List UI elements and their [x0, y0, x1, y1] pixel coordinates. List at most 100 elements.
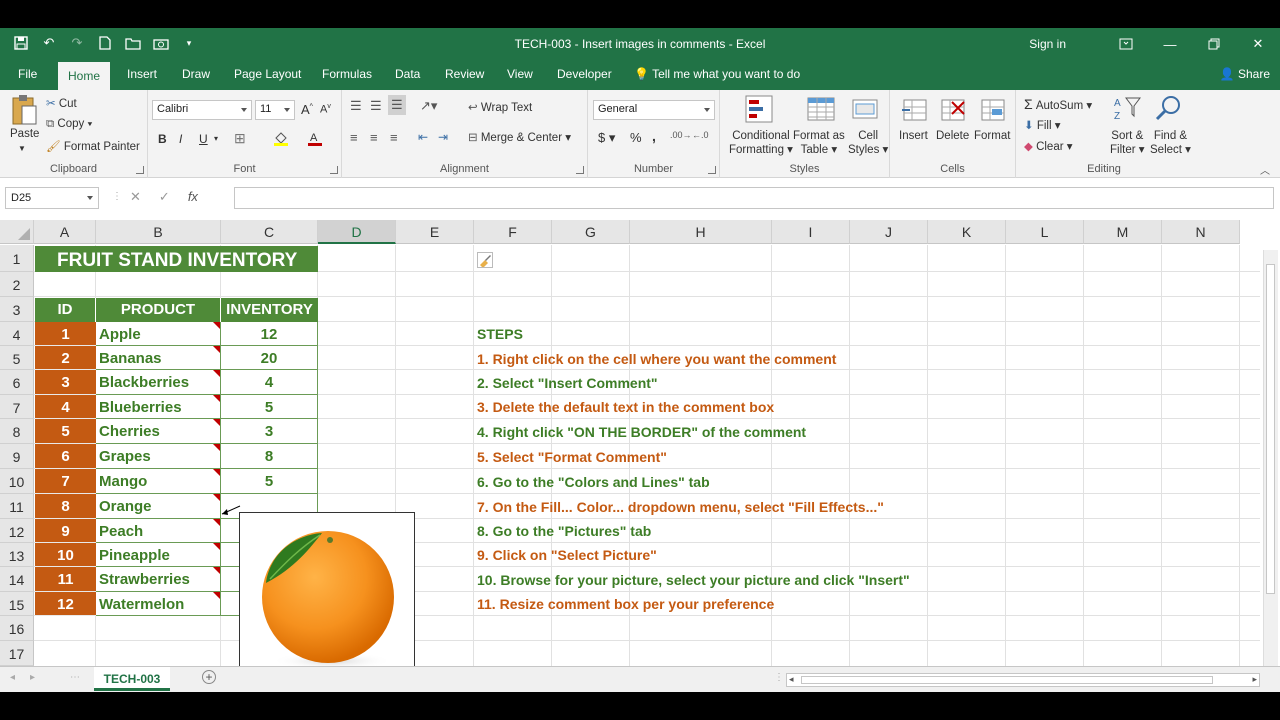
paste-icon[interactable] [10, 94, 40, 125]
copy-button[interactable]: ⧉ Copy ▾ [46, 118, 92, 131]
font-size-select[interactable]: 11 [255, 100, 295, 120]
table-cell-product[interactable]: Blackberries [96, 370, 221, 395]
tab-data[interactable]: Data [395, 67, 420, 81]
row-header[interactable]: 2 [0, 272, 34, 297]
number-launcher-icon[interactable] [708, 166, 716, 174]
tell-me-search[interactable]: 💡 Tell me what you want to do [634, 67, 800, 81]
align-left-icon[interactable]: ≡ [350, 130, 358, 145]
add-sheet-icon[interactable]: + [202, 670, 216, 684]
format-as-table-icon[interactable] [806, 94, 836, 124]
comment-indicator-icon[interactable] [213, 469, 220, 476]
cell-styles-label[interactable]: Cell Styles ▾ [848, 130, 888, 156]
share-button[interactable]: 👤 Share [1220, 67, 1270, 81]
font-launcher-icon[interactable] [330, 166, 338, 174]
table-cell-inventory[interactable]: 5 [221, 395, 318, 419]
autosum-button[interactable]: Σ AutoSum ▾ [1024, 96, 1092, 112]
steps-heading[interactable]: STEPS [477, 326, 523, 342]
ribbon-display-options-icon[interactable] [1104, 28, 1148, 60]
column-header[interactable]: E [396, 220, 474, 244]
comment-indicator-icon[interactable] [213, 395, 220, 402]
underline-dropdown-icon[interactable]: ▾ [214, 134, 218, 143]
row-header[interactable]: 7 [0, 395, 34, 419]
confirm-entry-icon[interactable]: ✓ [159, 189, 170, 205]
table-cell-product[interactable]: Bananas [96, 346, 221, 370]
step-item[interactable]: 9. Click on "Select Picture" [477, 547, 657, 563]
column-header[interactable]: F [474, 220, 552, 244]
step-item[interactable]: 5. Select "Format Comment" [477, 449, 667, 465]
comment-indicator-icon[interactable] [213, 419, 220, 426]
increase-font-icon[interactable]: A^ [301, 102, 313, 117]
cell-styles-icon[interactable] [851, 94, 881, 124]
table-cell-inventory[interactable]: 3 [221, 419, 318, 444]
row-header[interactable]: 10 [0, 469, 34, 494]
step-item[interactable]: 8. Go to the "Pictures" tab [477, 523, 651, 539]
conditional-formatting-label[interactable]: Conditional Formatting ▾ [729, 130, 793, 156]
comment-indicator-icon[interactable] [213, 592, 220, 599]
delete-cells-label[interactable]: Delete [936, 130, 969, 142]
scroll-right-icon[interactable]: ▸ [1252, 674, 1257, 685]
decrease-indent-icon[interactable]: ⇤ [418, 130, 428, 144]
row-header[interactable]: 8 [0, 419, 34, 444]
column-header[interactable]: K [928, 220, 1006, 244]
comma-button[interactable]: , [652, 128, 656, 144]
formula-input[interactable] [234, 187, 1274, 209]
column-header[interactable]: H [630, 220, 772, 244]
currency-button[interactable]: $ ▾ [598, 130, 615, 146]
table-cell-id[interactable]: 4 [35, 395, 96, 419]
table-cell-product[interactable]: Pineapple [96, 543, 221, 567]
clipboard-launcher-icon[interactable] [136, 166, 144, 174]
row-header[interactable]: 9 [0, 444, 34, 469]
collapse-ribbon-icon[interactable]: ︿ [1260, 162, 1270, 177]
sign-in-link[interactable]: Sign in [1029, 37, 1066, 51]
insert-cells-label[interactable]: Insert [899, 130, 928, 142]
number-format-select[interactable]: General [593, 100, 715, 120]
tab-page-layout[interactable]: Page Layout [234, 67, 301, 81]
table-cell-id[interactable]: 11 [35, 567, 96, 592]
row-header[interactable]: 12 [0, 519, 34, 543]
row-header[interactable]: 14 [0, 567, 34, 592]
table-cell-product[interactable]: Cherries [96, 419, 221, 444]
format-painter-button[interactable]: 🖌 Format Painter [46, 139, 140, 153]
tab-review[interactable]: Review [445, 67, 484, 81]
comment-indicator-icon[interactable] [213, 543, 220, 550]
table-cell-inventory[interactable]: 12 [221, 322, 318, 346]
row-header[interactable]: 6 [0, 370, 34, 395]
floating-brush-icon[interactable] [477, 252, 493, 268]
row-header[interactable]: 5 [0, 346, 34, 370]
name-box[interactable]: D25 [5, 187, 99, 209]
comment-indicator-icon[interactable] [213, 346, 220, 353]
font-name-select[interactable]: Calibri [152, 100, 252, 120]
table-cell-id[interactable]: 7 [35, 469, 96, 494]
header-product[interactable]: PRODUCT [96, 298, 221, 322]
table-cell-id[interactable]: 6 [35, 444, 96, 469]
fill-color-icon[interactable] [273, 130, 289, 149]
comment-indicator-icon[interactable] [213, 370, 220, 377]
select-all-corner[interactable] [0, 220, 34, 244]
tab-file[interactable]: File [18, 67, 37, 81]
column-header[interactable]: J [850, 220, 928, 244]
top-align-icon[interactable]: ☰ [350, 98, 362, 114]
column-header[interactable]: L [1006, 220, 1084, 244]
comment-indicator-icon[interactable] [213, 567, 220, 574]
find-select-icon[interactable] [1154, 94, 1184, 124]
format-as-table-label[interactable]: Format as Table ▾ [793, 130, 845, 156]
row-header[interactable]: 1 [0, 245, 34, 272]
row-header[interactable]: 11 [0, 494, 34, 519]
comment-indicator-icon[interactable] [213, 494, 220, 501]
column-header[interactable]: A [34, 220, 96, 244]
row-header[interactable]: 15 [0, 592, 34, 616]
table-cell-product[interactable]: Grapes [96, 444, 221, 469]
clear-button[interactable]: ◆ Clear ▾ [1024, 139, 1073, 153]
find-select-label[interactable]: Find & Select ▾ [1150, 130, 1191, 156]
table-cell-inventory[interactable]: 4 [221, 370, 318, 395]
cut-button[interactable]: ✂ Cut [46, 96, 77, 110]
paste-dropdown-icon[interactable]: ▼ [18, 144, 26, 153]
table-cell-id[interactable]: 5 [35, 419, 96, 444]
align-right-icon[interactable]: ≡ [390, 130, 398, 145]
table-cell-inventory[interactable]: 20 [221, 346, 318, 370]
fill-button[interactable]: ⬇ Fill ▾ [1024, 118, 1061, 132]
table-cell-id[interactable]: 9 [35, 519, 96, 543]
column-header[interactable]: B [96, 220, 221, 244]
sort-filter-label[interactable]: Sort & Filter ▾ [1110, 130, 1145, 156]
column-header[interactable]: G [552, 220, 630, 244]
